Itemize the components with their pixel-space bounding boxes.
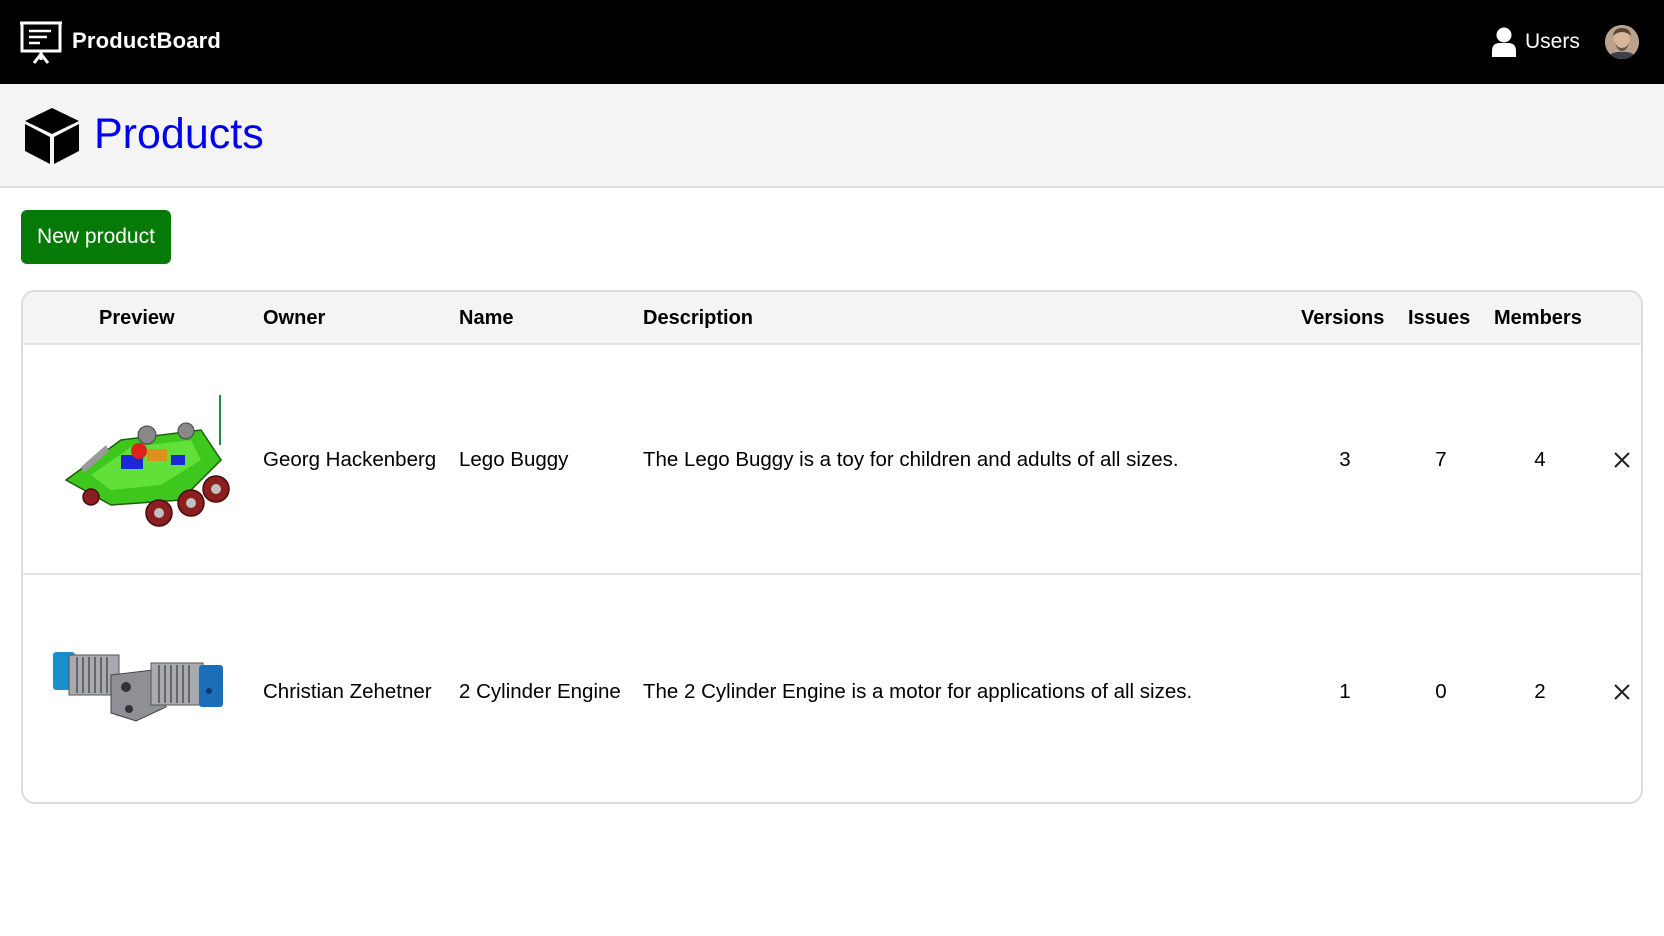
issues-cell: 0 [1435, 680, 1447, 703]
header-issues: Issues [1408, 307, 1471, 329]
issues-cell: 7 [1435, 448, 1447, 471]
user-icon [1492, 27, 1516, 57]
table-row[interactable]: Georg Hackenberg Lego Buggy The Lego Bug… [23, 345, 1641, 575]
page-title[interactable]: Products [94, 110, 264, 159]
members-cell: 4 [1534, 448, 1546, 471]
members-cell: 2 [1534, 680, 1546, 703]
header-members: Members [1494, 307, 1582, 329]
header-owner: Owner [263, 307, 326, 329]
header-preview: Preview [99, 307, 175, 329]
products-table: Preview Owner Name Description Versions … [21, 290, 1643, 804]
header-description: Description [643, 307, 754, 329]
close-icon[interactable] [1611, 681, 1633, 703]
header-name: Name [459, 307, 514, 329]
top-navbar: ProductBoard Users [0, 0, 1664, 84]
versions-cell: 3 [1339, 448, 1351, 471]
name-cell[interactable]: Lego Buggy [459, 448, 568, 472]
versions-cell: 1 [1339, 680, 1351, 703]
page-header: Products [0, 84, 1664, 188]
users-link[interactable]: Users [1492, 26, 1580, 58]
product-preview-image [53, 652, 223, 722]
header-versions: Versions [1301, 307, 1385, 329]
table-row[interactable]: Christian Zehetner 2 Cylinder Engine The… [23, 577, 1641, 802]
table-header: Preview Owner Name Description Versions … [23, 292, 1641, 345]
brand-name[interactable]: ProductBoard [72, 28, 221, 54]
description-cell: The 2 Cylinder Engine is a motor for app… [643, 680, 1193, 703]
cube-icon [25, 108, 79, 164]
users-label: Users [1525, 30, 1580, 53]
new-product-button[interactable]: New product [21, 210, 171, 264]
owner-cell: Christian Zehetner [263, 680, 432, 703]
avatar-image [1605, 25, 1639, 59]
owner-cell: Georg Hackenberg [263, 448, 437, 471]
product-preview-image [64, 395, 230, 527]
description-cell: The Lego Buggy is a toy for children and… [643, 448, 1179, 471]
presentation-board-icon[interactable] [20, 20, 62, 64]
name-cell[interactable]: 2 Cylinder Engine [459, 680, 621, 704]
close-icon[interactable] [1611, 449, 1633, 471]
avatar[interactable] [1605, 25, 1639, 59]
